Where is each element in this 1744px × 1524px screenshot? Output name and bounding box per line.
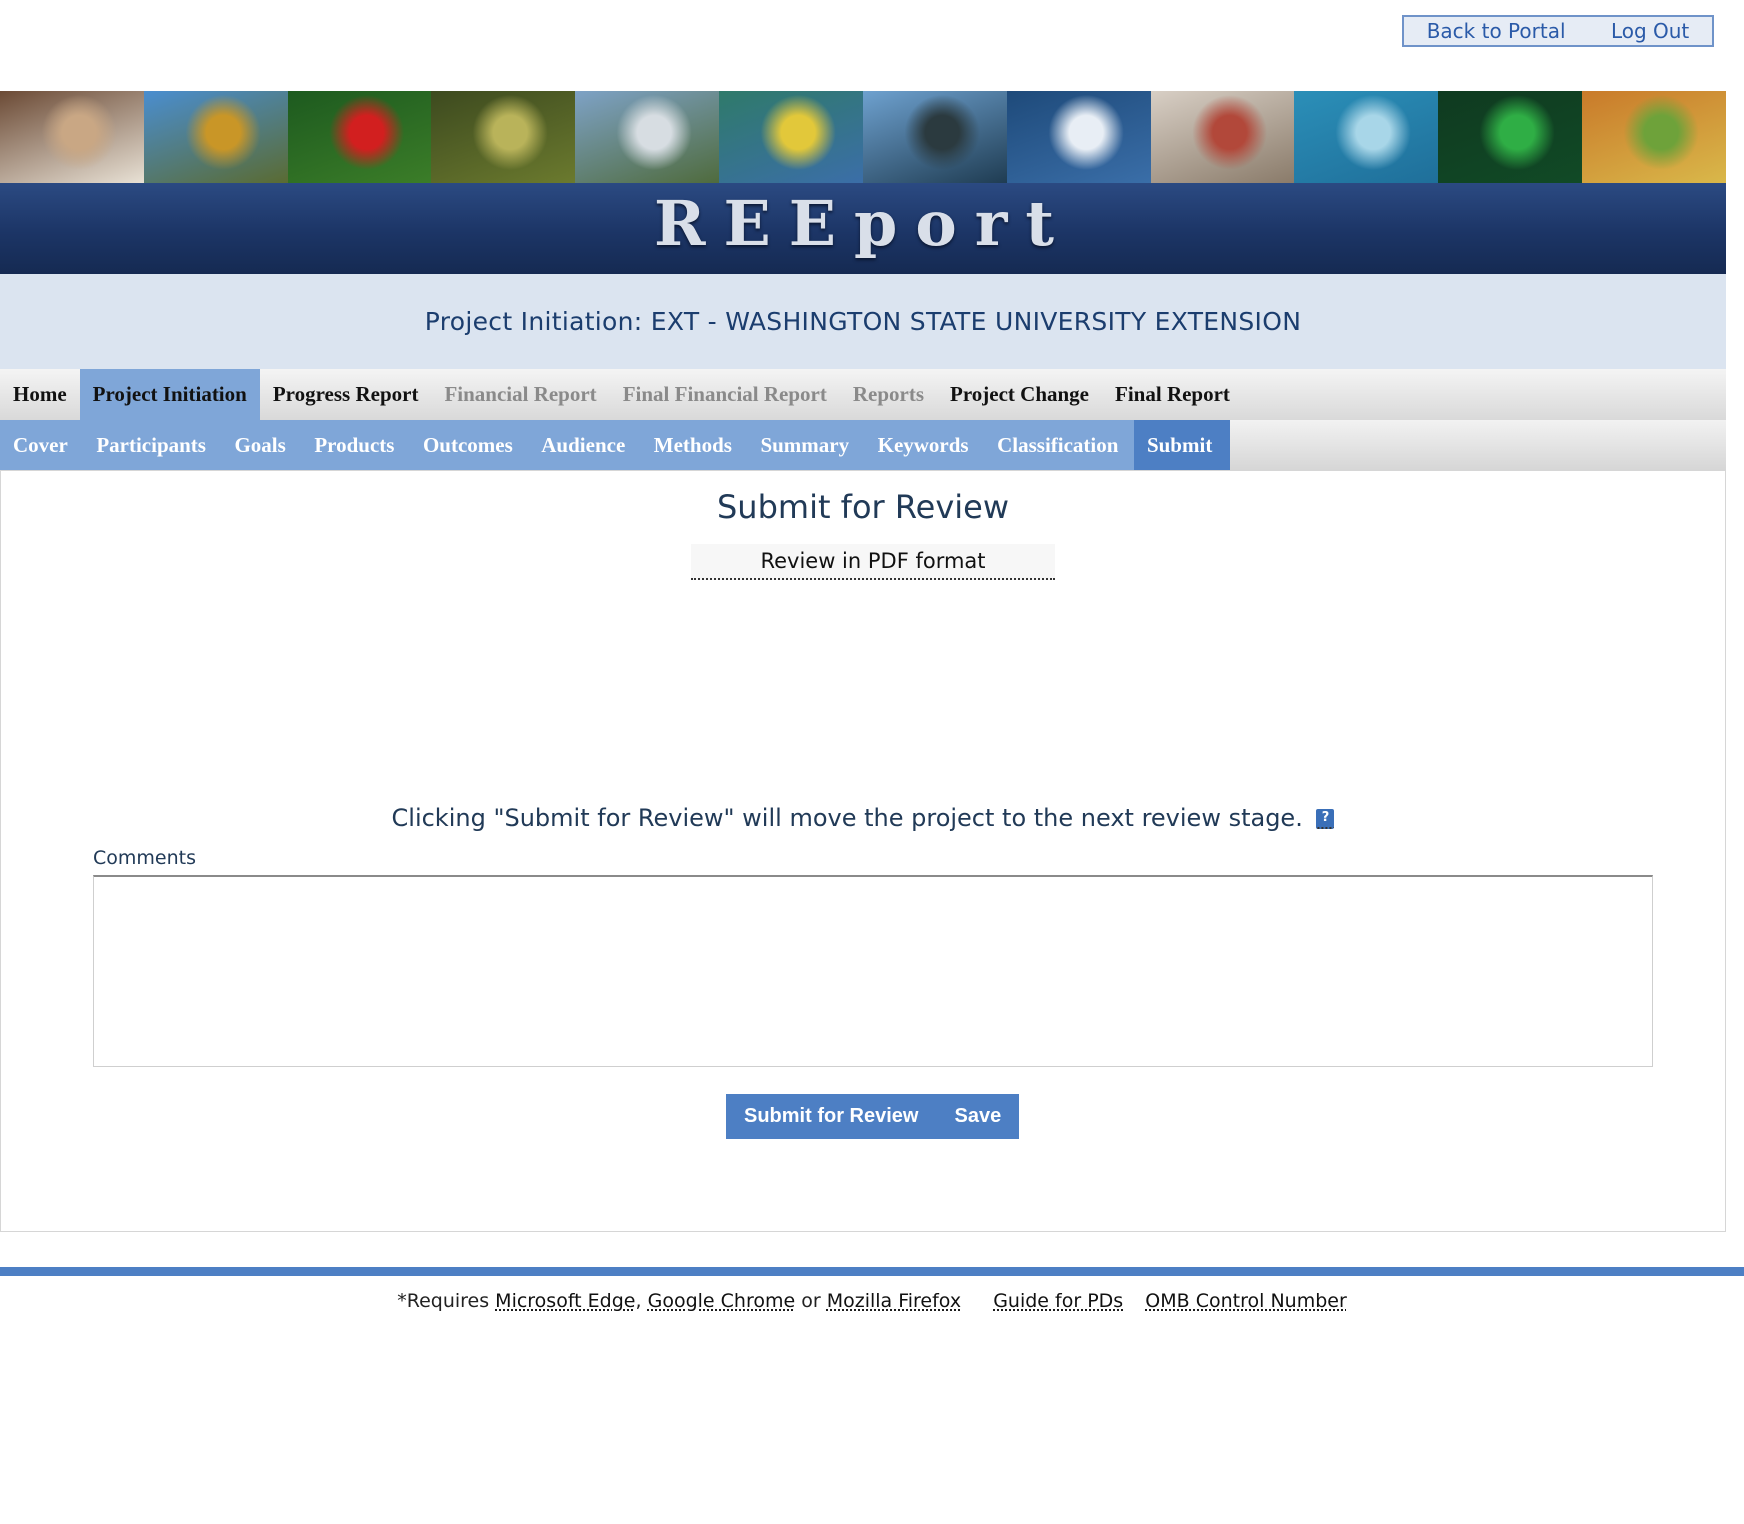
footer-requires-text: *Requires <box>397 1290 490 1312</box>
main-nav: Home Project Initiation Progress Report Fin… <box>0 369 1726 420</box>
main-nav-final-report[interactable]: Final Report <box>1102 369 1243 420</box>
tab-methods[interactable]: Methods <box>641 420 748 470</box>
project-title-band: Project Initiation: EXT - WASHINGTON STA… <box>0 274 1726 369</box>
frog-photo <box>1438 91 1583 183</box>
mountains-photo <box>575 91 720 183</box>
guide-for-pds-link[interactable]: Guide for PDs <box>993 1290 1123 1312</box>
tab-goals[interactable]: Goals <box>221 420 301 470</box>
footer: *Requires Microsoft Edge, Google Chrome … <box>0 1290 1744 1312</box>
main-nav-progress-report[interactable]: Progress Report <box>260 369 432 420</box>
comments-label: Comments <box>93 847 196 869</box>
main-nav-final-financial-report: Final Financial Report <box>622 382 827 406</box>
tab-submit[interactable]: Submit <box>1133 420 1231 470</box>
banner: REEport <box>0 91 1726 274</box>
red-flower-photo <box>287 91 432 183</box>
waterfall-photo <box>1006 91 1151 183</box>
main-nav-home[interactable]: Home <box>0 369 80 420</box>
microscope-photo <box>1150 91 1295 183</box>
project-title: Project Initiation: EXT - WASHINGTON STA… <box>424 307 1302 336</box>
sub-nav: Cover Participants Goals Products Outcomes Au… <box>0 420 1726 470</box>
tab-classification[interactable]: Classification <box>984 420 1134 470</box>
cows-photo <box>862 91 1007 183</box>
tab-products[interactable]: Products <box>301 420 410 470</box>
tab-cover[interactable]: Cover <box>0 420 83 470</box>
back-to-portal-link[interactable]: Back to Portal <box>1427 19 1566 43</box>
microsoft-edge-link[interactable]: Microsoft Edge <box>495 1290 635 1312</box>
submit-notice: Clicking "Submit for Review" will move t… <box>1 804 1725 832</box>
footer-or-text: or <box>801 1290 821 1312</box>
dolphin-photo <box>1294 91 1439 183</box>
tab-participants[interactable]: Participants <box>83 420 221 470</box>
save-button[interactable]: Save <box>936 1094 1019 1139</box>
omb-control-number-link[interactable]: OMB Control Number <box>1145 1290 1346 1312</box>
tab-audience[interactable]: Audience <box>528 420 641 470</box>
submit-for-review-button[interactable]: Submit for Review <box>726 1094 936 1139</box>
main-nav-project-initiation[interactable]: Project Initiation <box>79 369 260 420</box>
main-nav-financial-report: Financial Report <box>444 382 597 406</box>
farm-photo <box>1582 91 1726 183</box>
forest-photo <box>431 91 576 183</box>
google-chrome-link[interactable]: Google Chrome <box>648 1290 796 1312</box>
reeport-logo: REEport <box>653 187 1073 260</box>
mozilla-firefox-link[interactable]: Mozilla Firefox <box>827 1290 961 1312</box>
action-buttons: Submit for Review Save <box>726 1094 1020 1139</box>
comments-textarea[interactable] <box>93 875 1653 1067</box>
footer-rule <box>0 1267 1744 1276</box>
scientist-photo <box>0 91 144 183</box>
bird-photo <box>719 91 863 183</box>
sub-nav-items: Cover Participants Goals Products Outcomes Au… <box>0 420 1231 470</box>
logo-band: REEport <box>0 183 1726 274</box>
main-nav-reports: Reports <box>852 382 925 406</box>
tab-keywords[interactable]: Keywords <box>865 420 985 470</box>
submit-notice-text: Clicking "Submit for Review" will move t… <box>391 804 1303 832</box>
tab-outcomes[interactable]: Outcomes <box>410 420 528 470</box>
excavator-photo <box>143 91 288 183</box>
page-title: Submit for Review <box>716 488 1010 526</box>
help-icon[interactable]: ? <box>1316 809 1335 829</box>
tab-summary[interactable]: Summary <box>747 420 864 470</box>
footer-comma: , <box>635 1290 642 1312</box>
content-panel: Submit for Review Review in PDF format C… <box>0 470 1726 1232</box>
portal-links: Back to Portal Log Out <box>1402 15 1714 47</box>
banner-photo-strip <box>0 91 1726 183</box>
log-out-link[interactable]: Log Out <box>1611 19 1689 43</box>
review-pdf-link[interactable]: Review in PDF format <box>691 544 1055 580</box>
main-nav-project-change[interactable]: Project Change <box>937 369 1102 420</box>
